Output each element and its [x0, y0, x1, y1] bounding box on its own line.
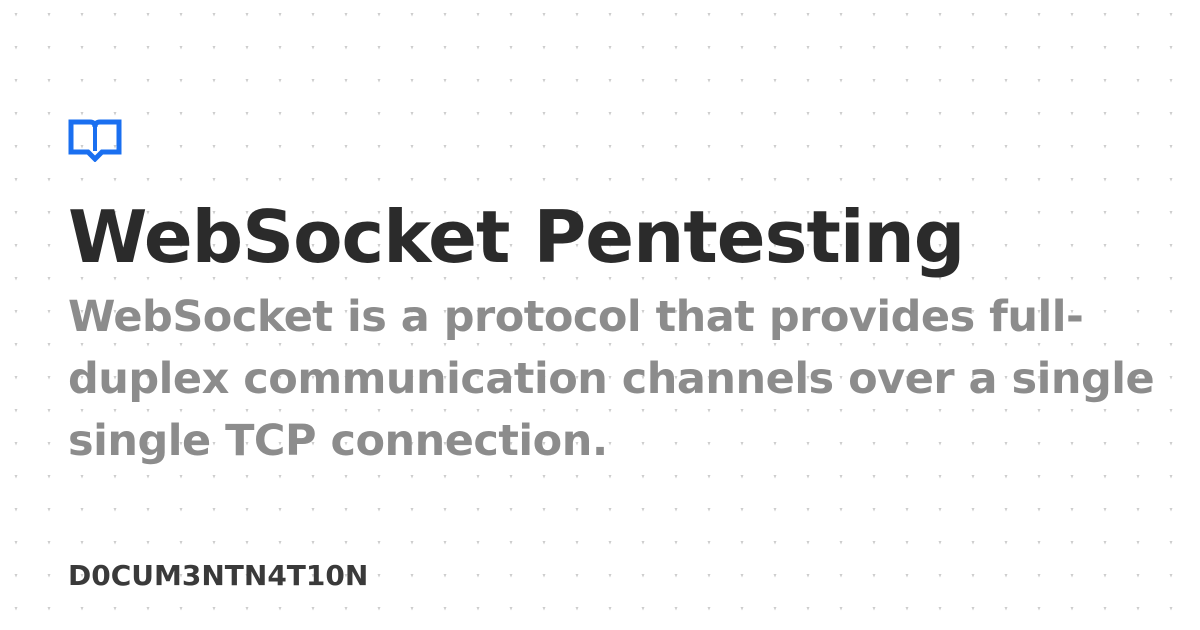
card-content: WebSocket Pentesting WebSocket is a prot… — [68, 118, 1178, 472]
page-title: WebSocket Pentesting — [68, 195, 965, 279]
social-card: { "card": { "logo_icon": "book-open-icon… — [0, 0, 1200, 630]
brand-name: D0CUM3NTN4T10N — [68, 559, 369, 592]
book-open-icon — [68, 119, 122, 162]
page-description: WebSocket is a protocol that provides fu… — [68, 292, 1155, 466]
